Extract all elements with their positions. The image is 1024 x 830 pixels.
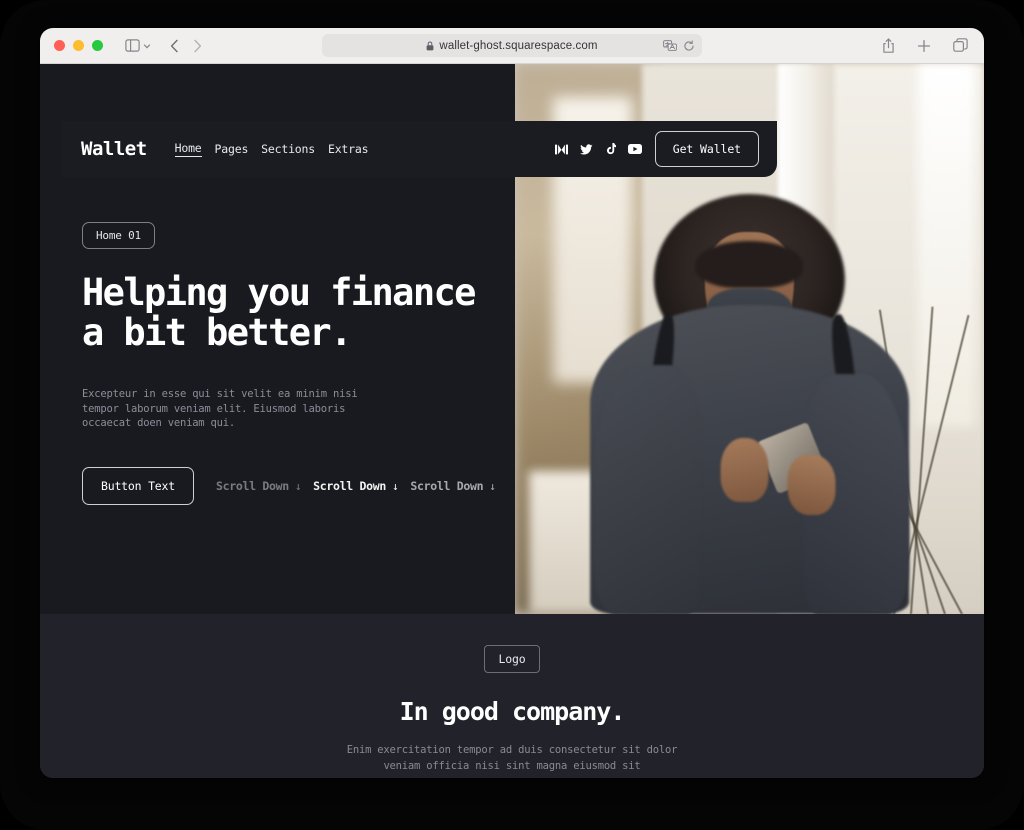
photo-person-hand-left: [720, 438, 769, 503]
nav-item-home[interactable]: Home: [174, 141, 202, 157]
toolbar-actions: [882, 37, 968, 54]
back-button[interactable]: [170, 39, 179, 53]
hero-section: Wallet Home Pages Sections Extras Get Wa…: [40, 64, 984, 614]
get-wallet-button[interactable]: Get Wallet: [654, 131, 759, 167]
company-logo-badge: Logo: [483, 645, 541, 673]
address-bar[interactable]: wallet-ghost.squarespace.com: [322, 34, 702, 57]
minimize-window-button[interactable]: [73, 40, 84, 51]
tabs-overview-icon[interactable]: [953, 38, 968, 53]
tiktok-icon[interactable]: [605, 143, 616, 155]
nav-item-pages[interactable]: Pages: [215, 142, 249, 157]
photo-person: [590, 185, 909, 614]
scroll-down-item[interactable]: Scroll Down ↓: [313, 479, 399, 494]
hero-heading: Helping you finance a bit better.: [82, 271, 476, 355]
scroll-down-label: Scroll Down: [215, 479, 289, 494]
arrow-down-icon: ↓: [294, 479, 302, 493]
zoom-window-button[interactable]: [92, 40, 103, 51]
sidebar-icon[interactable]: [125, 39, 140, 52]
close-window-button[interactable]: [54, 40, 65, 51]
navigation-controls: [170, 39, 202, 53]
site-navbar: Wallet Home Pages Sections Extras Get Wa…: [62, 121, 777, 177]
reload-icon[interactable]: [683, 39, 695, 52]
arrow-down-icon: ↓: [489, 479, 496, 493]
hero-actions: Button Text Scroll Down ↓ Scroll Down ↓: [82, 467, 502, 506]
company-section: Logo In good company. Enim exercitation …: [40, 614, 984, 778]
translate-icon[interactable]: [663, 40, 677, 51]
plus-icon[interactable]: [917, 39, 931, 53]
lock-icon: [426, 41, 434, 51]
scroll-down-label: Scroll Down: [313, 479, 387, 494]
page-viewport: Wallet Home Pages Sections Extras Get Wa…: [40, 64, 984, 778]
browser-toolbar: wallet-ghost.squarespace.com: [40, 28, 984, 64]
company-heading: In good company.: [399, 697, 626, 726]
photo-person-bangs: [695, 240, 804, 288]
site-nav-links: Home Pages Sections Extras: [174, 141, 369, 157]
scroll-down-item[interactable]: Scroll Down ↓: [215, 479, 302, 494]
medium-icon[interactable]: [554, 144, 568, 155]
scroll-down-label: Scroll Down: [410, 479, 484, 494]
nav-item-extras[interactable]: Extras: [328, 142, 369, 157]
sidebar-controls: [125, 39, 152, 52]
window-controls: [54, 40, 103, 51]
forward-button[interactable]: [193, 39, 202, 53]
scroll-down-marquee: Scroll Down ↓ Scroll Down ↓ Scroll Down …: [216, 479, 496, 493]
youtube-icon[interactable]: [627, 144, 642, 154]
site-logo[interactable]: Wallet: [81, 138, 147, 160]
address-bar-actions: [663, 39, 695, 52]
nav-item-sections[interactable]: Sections: [261, 142, 315, 157]
device-frame: wallet-ghost.squarespace.com Wallet Home…: [0, 0, 1024, 830]
hero-content: Home 01 Helping you finance a bit better…: [82, 222, 502, 506]
arrow-down-icon: ↓: [392, 479, 399, 493]
share-icon[interactable]: [882, 37, 895, 54]
social-links: [554, 143, 642, 155]
company-paragraph: Enim exercitation tempor ad duis consect…: [346, 744, 678, 772]
chevron-down-icon[interactable]: [142, 41, 152, 51]
photo-person-hand-right: [787, 455, 836, 516]
browser-window: wallet-ghost.squarespace.com Wallet Home…: [40, 28, 984, 778]
site-nav-actions: Get Wallet: [554, 131, 759, 167]
hero-badge: Home 01: [82, 222, 155, 249]
scroll-down-item[interactable]: Scroll Down ↓: [410, 479, 495, 493]
url-text: wallet-ghost.squarespace.com: [439, 39, 598, 52]
photo-person-arm-left: [593, 365, 702, 614]
twitter-icon[interactable]: [579, 143, 593, 155]
hero-paragraph: Excepteur in esse qui sit velit ea minim…: [82, 387, 358, 430]
hero-cta-button[interactable]: Button Text: [82, 467, 194, 506]
